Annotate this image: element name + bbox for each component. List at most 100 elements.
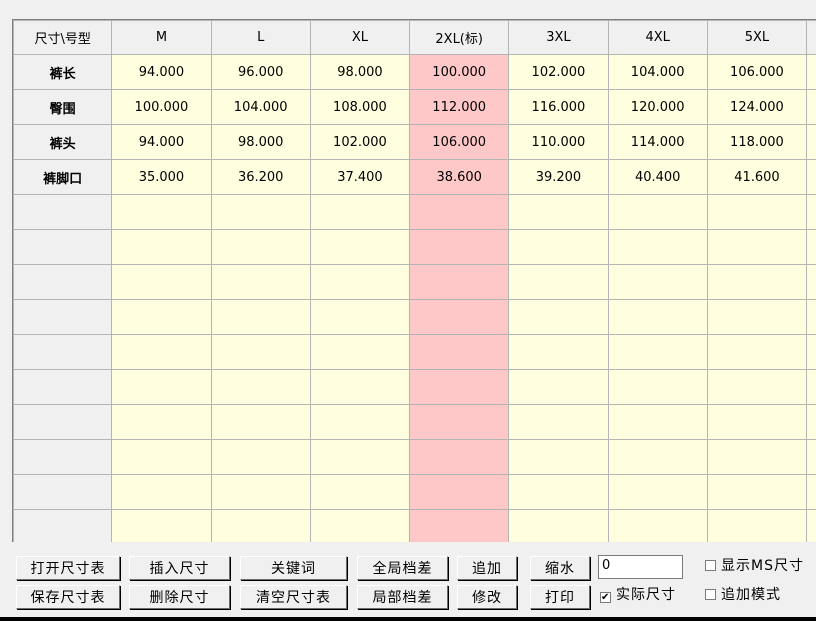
table-cell[interactable] bbox=[706, 334, 808, 370]
table-cell[interactable]: 41.600 bbox=[706, 159, 808, 195]
modify-button[interactable]: 修改 bbox=[457, 585, 517, 609]
table-cell[interactable] bbox=[111, 474, 212, 510]
table-cell[interactable] bbox=[706, 439, 808, 475]
table-cell[interactable] bbox=[111, 334, 212, 370]
table-cell[interactable] bbox=[111, 509, 212, 542]
table-cell[interactable] bbox=[111, 264, 212, 300]
open-table-button[interactable]: 打开尺寸表 bbox=[16, 556, 120, 580]
row-header[interactable] bbox=[13, 404, 113, 440]
save-table-button[interactable]: 保存尺寸表 bbox=[16, 585, 120, 609]
table-cell[interactable] bbox=[210, 334, 311, 370]
row-header[interactable]: 裤头 bbox=[13, 124, 113, 160]
row-header[interactable] bbox=[13, 369, 113, 405]
row-header[interactable] bbox=[13, 299, 113, 335]
table-cell[interactable] bbox=[409, 194, 510, 230]
table-cell[interactable] bbox=[111, 369, 212, 405]
table-cell[interactable] bbox=[210, 299, 311, 335]
table-cell[interactable]: 39.200 bbox=[508, 159, 609, 195]
table-cell[interactable] bbox=[607, 299, 708, 335]
table-cell[interactable] bbox=[409, 369, 510, 405]
table-cell[interactable] bbox=[309, 404, 411, 440]
table-cell[interactable]: 100.000 bbox=[111, 89, 212, 125]
table-cell[interactable] bbox=[309, 474, 411, 510]
keyword-button[interactable]: 关键词 bbox=[240, 556, 347, 580]
table-cell[interactable] bbox=[607, 264, 708, 300]
table-cell[interactable] bbox=[706, 474, 808, 510]
row-header[interactable] bbox=[13, 334, 113, 370]
table-cell[interactable] bbox=[111, 194, 212, 230]
table-cell[interactable] bbox=[706, 404, 808, 440]
table-cell[interactable] bbox=[409, 229, 510, 265]
table-cell[interactable] bbox=[210, 439, 311, 475]
table-cell[interactable] bbox=[607, 439, 708, 475]
table-cell[interactable]: 118.000 bbox=[706, 124, 808, 160]
actual-size-checkbox[interactable]: ✔ 实际尺寸 bbox=[600, 585, 676, 605]
table-cell[interactable] bbox=[309, 194, 411, 230]
table-cell[interactable] bbox=[210, 369, 311, 405]
table-cell[interactable] bbox=[309, 299, 411, 335]
table-cell[interactable] bbox=[111, 404, 212, 440]
local-grade-button[interactable]: 局部档差 bbox=[357, 585, 448, 609]
table-cell[interactable]: 110.000 bbox=[508, 124, 609, 160]
table-cell[interactable] bbox=[508, 404, 609, 440]
row-header[interactable] bbox=[13, 264, 113, 300]
table-cell[interactable]: 94.000 bbox=[111, 54, 212, 90]
clear-table-button[interactable]: 清空尺寸表 bbox=[240, 585, 347, 609]
column-header[interactable]: L bbox=[210, 20, 311, 55]
table-cell[interactable] bbox=[210, 194, 311, 230]
table-cell[interactable]: 106.000 bbox=[706, 54, 808, 90]
table-cell[interactable]: 98.000 bbox=[210, 124, 311, 160]
table-cell[interactable] bbox=[706, 264, 808, 300]
table-cell[interactable] bbox=[210, 509, 311, 542]
table-cell[interactable] bbox=[607, 334, 708, 370]
table-cell[interactable] bbox=[409, 404, 510, 440]
print-button[interactable]: 打印 bbox=[530, 585, 590, 609]
table-cell[interactable]: 108.000 bbox=[309, 89, 411, 125]
row-header[interactable]: 裤长 bbox=[13, 54, 113, 90]
table-cell[interactable]: 98.000 bbox=[309, 54, 411, 90]
column-header[interactable]: 2XL(标) bbox=[409, 20, 510, 55]
table-cell[interactable] bbox=[309, 439, 411, 475]
table-cell[interactable]: 120.000 bbox=[607, 89, 708, 125]
table-cell[interactable] bbox=[111, 299, 212, 335]
table-cell[interactable] bbox=[607, 404, 708, 440]
table-cell[interactable] bbox=[309, 229, 411, 265]
table-cell[interactable] bbox=[508, 264, 609, 300]
table-cell[interactable] bbox=[508, 194, 609, 230]
table-cell[interactable] bbox=[508, 439, 609, 475]
table-cell[interactable]: 35.000 bbox=[111, 159, 212, 195]
table-cell[interactable] bbox=[409, 509, 510, 542]
table-cell[interactable] bbox=[607, 474, 708, 510]
table-cell[interactable] bbox=[409, 264, 510, 300]
table-cell[interactable]: 104.000 bbox=[607, 54, 708, 90]
global-grade-button[interactable]: 全局档差 bbox=[357, 556, 448, 580]
table-cell[interactable] bbox=[409, 299, 510, 335]
table-cell[interactable]: 102.000 bbox=[508, 54, 609, 90]
shrink-input[interactable]: 0 bbox=[598, 555, 683, 579]
show-ms-size-checkbox[interactable]: 显示MS尺寸 bbox=[705, 556, 804, 576]
column-header[interactable]: 4XL bbox=[607, 20, 708, 55]
table-cell[interactable] bbox=[706, 299, 808, 335]
table-cell[interactable]: 102.000 bbox=[309, 124, 411, 160]
table-cell[interactable]: 104.000 bbox=[210, 89, 311, 125]
table-cell[interactable] bbox=[409, 474, 510, 510]
table-cell[interactable] bbox=[210, 404, 311, 440]
table-cell[interactable]: 114.000 bbox=[607, 124, 708, 160]
delete-size-button[interactable]: 删除尺寸 bbox=[129, 585, 230, 609]
table-cell[interactable]: 96.000 bbox=[210, 54, 311, 90]
row-header[interactable] bbox=[13, 509, 113, 542]
row-header[interactable] bbox=[13, 439, 113, 475]
table-cell[interactable] bbox=[309, 264, 411, 300]
table-cell[interactable] bbox=[309, 334, 411, 370]
row-header[interactable]: 裤脚口 bbox=[13, 159, 113, 195]
row-header[interactable] bbox=[13, 194, 113, 230]
column-header[interactable]: XL bbox=[309, 20, 411, 55]
table-cell[interactable] bbox=[210, 474, 311, 510]
table-cell[interactable] bbox=[706, 229, 808, 265]
row-header[interactable] bbox=[13, 229, 113, 265]
table-cell[interactable] bbox=[508, 474, 609, 510]
table-cell[interactable] bbox=[409, 439, 510, 475]
insert-size-button[interactable]: 插入尺寸 bbox=[129, 556, 230, 580]
table-cell[interactable] bbox=[508, 369, 609, 405]
table-cell[interactable] bbox=[706, 369, 808, 405]
